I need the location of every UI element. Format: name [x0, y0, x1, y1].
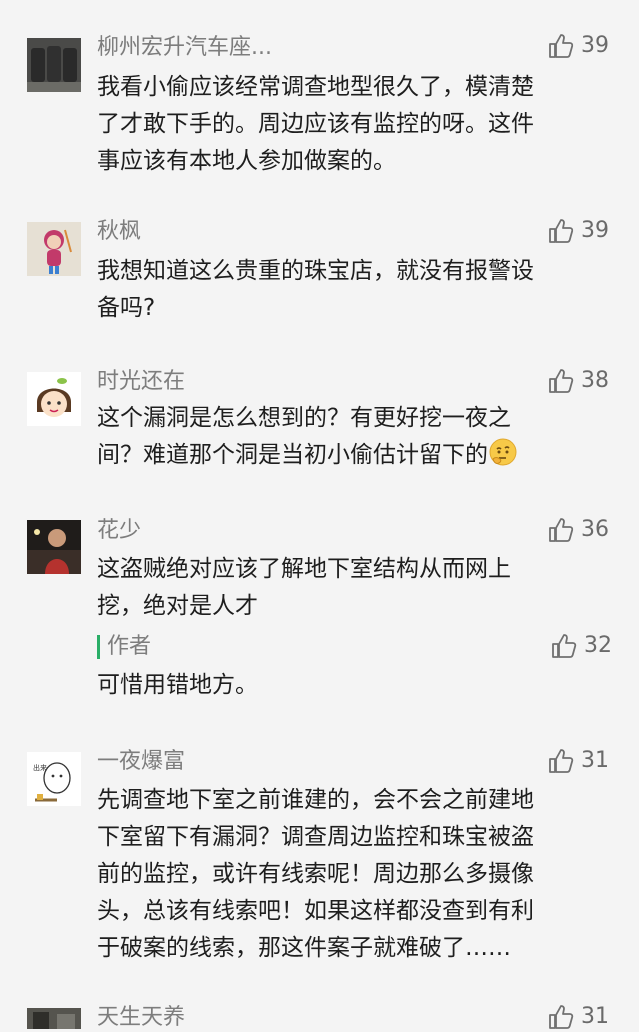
like-count: 39	[581, 33, 609, 58]
avatar[interactable]: 出来	[27, 752, 81, 806]
comment-line: 我想知道这么贵重的珠宝店，就没有报警设	[97, 258, 534, 284]
comment-line: 头，总该有线索吧！如果这样都没查到有利	[97, 898, 534, 924]
like-button[interactable]: 32	[550, 631, 612, 661]
comment-text: 这个漏洞是怎么想到的？有更好挖一夜之 间？难道那个洞是当初小偷估计留下的	[97, 400, 617, 479]
like-button[interactable]: 38	[547, 366, 609, 396]
comment-text: 先调查地下室之前谁建的，会不会之前建地 下室留下有漏洞？调查周边监控和珠宝被盗 …	[97, 782, 617, 967]
thumbs-up-icon	[547, 32, 581, 60]
like-count: 39	[581, 218, 609, 243]
comment-line: 挖，绝对是人才	[97, 593, 258, 619]
avatar[interactable]	[27, 38, 81, 92]
commenter-name[interactable]: 柳州宏升汽车座...	[97, 34, 272, 62]
comment-line: 间？难道那个洞是当初小偷估计留下的	[97, 437, 617, 479]
author-reply-text: 可惜用错地方。	[97, 667, 617, 704]
comment-text: 我想知道这么贵重的珠宝店，就没有报警设 备吗?	[97, 253, 617, 327]
comment-text: 我看小偷应该经常调查地型很久了，模清楚 了才敢下手的。周边应该有监控的呀。这件 …	[97, 69, 617, 180]
comment-line-text: 间？难道那个洞是当初小偷估计留下的	[97, 442, 488, 468]
comment-line: 事应该有本地人参加做案的。	[97, 148, 396, 174]
commenter-name[interactable]: 时光还在	[97, 368, 185, 396]
thinking-emoji-icon	[488, 437, 518, 479]
comment-line: 这盗贼绝对应该了解地下室结构从而网上	[97, 556, 511, 582]
commenter-name[interactable]: 秋枫	[97, 218, 141, 246]
commenter-name[interactable]: 一夜爆富	[97, 748, 185, 776]
comment-line: 于破案的线索，那这件案子就难破了……	[97, 935, 511, 961]
comment-line: 先调查地下室之前谁建的，会不会之前建地	[97, 787, 534, 813]
avatar[interactable]	[27, 1008, 81, 1029]
like-count: 32	[584, 633, 612, 658]
avatar[interactable]	[27, 520, 81, 574]
comment-line: 备吗?	[97, 295, 156, 321]
avatar[interactable]	[27, 222, 81, 276]
comment-line: 可惜用错地方。	[97, 672, 258, 698]
thumbs-up-icon	[547, 1003, 581, 1031]
like-count: 38	[581, 368, 609, 393]
comment-line: 了才敢下手的。周边应该有监控的呀。这件	[97, 111, 534, 137]
like-button[interactable]: 39	[547, 216, 609, 246]
thumbs-up-icon	[547, 516, 581, 544]
thumbs-up-icon	[547, 367, 581, 395]
comment-line: 这个漏洞是怎么想到的？有更好挖一夜之	[97, 405, 511, 431]
svg-text:出来: 出来	[33, 763, 47, 772]
thumbs-up-icon	[547, 747, 581, 775]
thumbs-up-icon	[550, 632, 584, 660]
like-button[interactable]: 31	[547, 1002, 609, 1032]
commenter-name[interactable]: 天生天养	[97, 1004, 185, 1032]
author-reply-bar	[97, 635, 100, 659]
comment-text: 这盗贼绝对应该了解地下室结构从而网上 挖，绝对是人才	[97, 551, 617, 625]
author-reply: 作者 32 可惜用错地方。	[97, 633, 612, 713]
like-count: 36	[581, 517, 609, 542]
commenter-name[interactable]: 花少	[97, 517, 141, 545]
avatar[interactable]	[27, 372, 81, 426]
comment-line: 我看小偷应该经常调查地型很久了，模清楚	[97, 74, 534, 100]
author-label[interactable]: 作者	[107, 633, 151, 661]
like-button[interactable]: 36	[547, 515, 609, 545]
comment-line: 下室留下有漏洞？调查周边监控和珠宝被盗	[97, 824, 534, 850]
thumbs-up-icon	[547, 217, 581, 245]
comment-line: 前的监控，或许有线索呢！周边那么多摄像	[97, 861, 534, 887]
like-button[interactable]: 31	[547, 746, 609, 776]
like-button[interactable]: 39	[547, 31, 609, 61]
like-count: 31	[581, 748, 609, 773]
like-count: 31	[581, 1004, 609, 1029]
